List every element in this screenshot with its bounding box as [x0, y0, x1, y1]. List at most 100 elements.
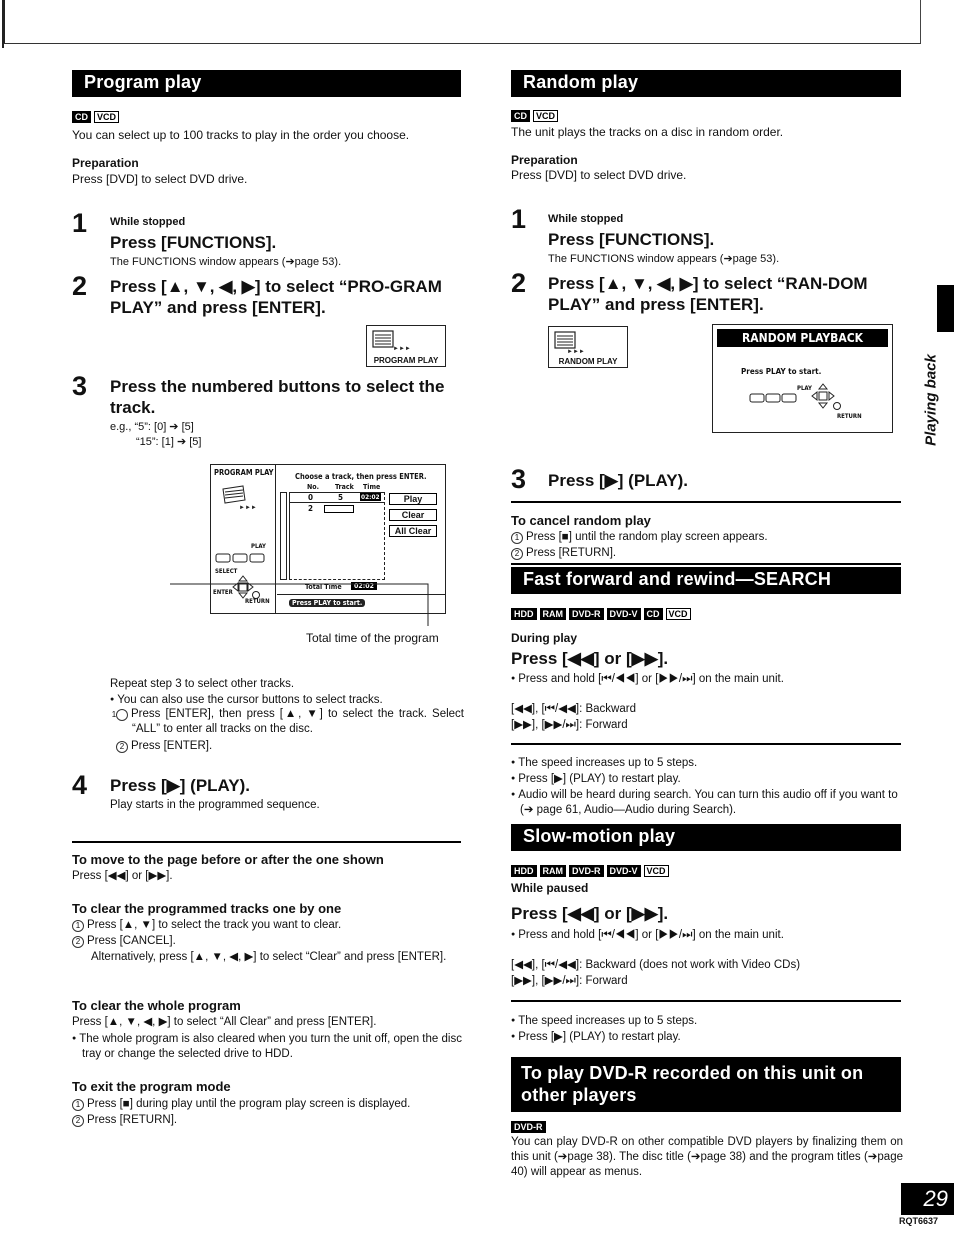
document-id: RQT6637: [899, 1216, 939, 1226]
svg-text:►►►: ►►►: [239, 505, 257, 511]
callout-line: [170, 583, 429, 626]
step-condition: While stopped: [548, 213, 624, 225]
disc-badges: HDD RAM DVD-R DVD-V CD VCD: [511, 608, 691, 620]
cancel-random-heading: To cancel random play: [511, 513, 651, 528]
track-no: 2: [308, 504, 314, 513]
circled-number-icon: 1: [72, 1099, 84, 1111]
function-icon-label: RANDOM PLAY: [558, 357, 618, 366]
track-row[interactable]: 2: [290, 504, 384, 514]
header-frame: [3, 0, 921, 44]
col-header-track: Track: [335, 483, 354, 491]
random-intro: The unit plays the tracks on a disc in r…: [511, 125, 784, 139]
badge-ram: RAM: [539, 608, 566, 620]
function-icon-label: PROGRAM PLAY: [373, 356, 439, 365]
dvd-r-text: You can play DVD-R on other compatible D…: [511, 1136, 903, 1178]
random-play-function-icon: ►►► RANDOM PLAY: [548, 326, 628, 368]
osd-message: Press PLAY to start.: [741, 367, 822, 376]
preparation-label: Preparation: [72, 156, 139, 170]
section-title: Random play: [523, 72, 639, 92]
clear-one-step-2: 2 Press [CANCEL].: [72, 934, 176, 949]
clear-one-heading: To clear the programmed tracks one by on…: [72, 901, 342, 916]
step-title: Press [FUNCTIONS].: [548, 230, 715, 249]
search-condition: During play: [511, 631, 578, 645]
substep-text: Press [■] until the random play screen a…: [526, 531, 768, 543]
step-title: Press [FUNCTIONS].: [110, 233, 277, 252]
slow-condition: While paused: [511, 881, 589, 895]
cursor-bullet: You can also use the cursor buttons to s…: [110, 692, 383, 708]
osd-play-button[interactable]: Play: [389, 493, 437, 505]
page-number: 29: [901, 1183, 954, 1215]
track-no: 0: [308, 493, 314, 502]
osd-all-clear-button[interactable]: All Clear: [389, 525, 437, 537]
osd-side-title: PROGRAM PLAY: [214, 468, 274, 477]
clear-all-heading: To clear the whole program: [72, 998, 241, 1013]
badge-ram: RAM: [539, 865, 566, 877]
exit-step-1: 1 Press [■] during play until the program…: [72, 1097, 410, 1112]
osd-return-label: RETURN: [837, 413, 862, 420]
track-row[interactable]: 0 5 02:02: [290, 493, 384, 503]
step-number: 4: [72, 770, 88, 800]
badge-vcd: VCD: [533, 110, 559, 122]
step-number: 2: [511, 268, 527, 298]
badge-vcd: VCD: [665, 608, 691, 620]
section-header-random-play: Random play: [511, 70, 901, 97]
callout-text: Total time of the program: [306, 631, 439, 645]
disc-badges: HDD RAM DVD-R DVD-V VCD: [511, 865, 669, 877]
step-condition: While stopped: [110, 216, 186, 228]
search-note: Press [▶] (PLAY) to restart play.: [511, 771, 680, 787]
circled-number-icon: 2: [116, 741, 128, 753]
slow-title: Press [◀◀] or [▶▶].: [511, 904, 669, 923]
cancel-step-1: 1 Press [■] until the random play screen …: [511, 530, 768, 545]
osd-select-label: SELECT: [215, 568, 238, 575]
clear-one-step-1: 1 Press [▲, ▼] to select the track you wa…: [72, 918, 341, 933]
badge-dvd-r: DVD-R: [569, 608, 604, 620]
svg-text:►►►: ►►►: [567, 349, 585, 355]
search-hold-note: Press and hold [⏮/◀◀] or [▶▶/⏭] on the m…: [511, 671, 784, 687]
step-note: The FUNCTIONS window appears (➔page 53).: [110, 256, 342, 268]
step-note: The FUNCTIONS window appears (➔page 53).: [548, 253, 780, 265]
cancel-step-2: 2 Press [RETURN].: [511, 546, 616, 561]
section-title: Program play: [84, 72, 202, 92]
list-icon: ►►►: [372, 330, 411, 352]
badge-dvd-v: DVD-V: [606, 608, 641, 620]
track-time: 02:02: [360, 493, 381, 501]
section-header-search: Fast forward and rewind—SEARCH: [511, 567, 901, 594]
cursor-substep-2: 2 Press [ENTER].: [116, 739, 212, 754]
osd-clear-button[interactable]: Clear: [389, 509, 437, 521]
list-icon: ►►►: [554, 331, 585, 355]
slow-note: The speed increases up to 5 steps.: [511, 1013, 697, 1029]
track-entry-field[interactable]: [324, 505, 354, 513]
disc-badges: CD VCD: [511, 110, 559, 122]
disc-badges: DVD-R: [511, 1121, 546, 1133]
section-title: To play DVD-R recorded on this unit on o…: [521, 1063, 864, 1105]
slow-forward: [▶▶], [▶▶/⏭]: Forward: [511, 975, 628, 987]
program-track-list: 0 5 02:02 2: [289, 492, 385, 580]
step-title: Press [▲, ▼, ◀, ▶] to select “PRO-GRAM P…: [110, 277, 442, 317]
osd-scrollbar[interactable]: [280, 492, 287, 580]
badge-dvd-r: DVD-R: [569, 865, 604, 877]
step-title: Press the numbered buttons to select the…: [110, 377, 445, 417]
repeat-text: Repeat step 3 to select other tracks.: [110, 678, 295, 690]
step-note: Play starts in the programmed sequence.: [110, 799, 320, 811]
exit-heading: To exit the program mode: [72, 1079, 231, 1094]
divider: [511, 1000, 901, 1002]
circled-number-icon: 2: [511, 548, 523, 560]
random-playback-screen: RANDOM PLAYBACK Press PLAY to start. PLA…: [712, 324, 893, 433]
substep-text: Press [ENTER], then press [▲, ▼] to sele…: [131, 708, 464, 735]
cursor-pad-icon: [811, 383, 841, 410]
divider: [511, 743, 901, 745]
search-note: Audio will be heard during search. You c…: [511, 787, 903, 818]
step-number: 2: [72, 271, 88, 301]
chapter-tab-label: Playing back: [918, 340, 944, 460]
search-note: The speed increases up to 5 steps.: [511, 755, 697, 771]
transport-buttons-icon: [215, 553, 265, 563]
search-forward: [▶▶], [▶▶/⏭]: Forward: [511, 719, 628, 731]
section-title: Fast forward and rewind—SEARCH: [523, 569, 832, 589]
osd-play-label: PLAY: [251, 543, 266, 550]
badge-cd: CD: [72, 111, 91, 123]
search-title: Press [◀◀] or [▶▶].: [511, 649, 669, 668]
badge-hdd: HDD: [511, 865, 537, 877]
clear-one-alternative: Alternatively, press [▲, ▼, ◀, ▶] to sel…: [91, 951, 447, 963]
disc-badges: CD VCD: [72, 111, 120, 123]
substep-text: Press [RETURN].: [526, 547, 617, 559]
